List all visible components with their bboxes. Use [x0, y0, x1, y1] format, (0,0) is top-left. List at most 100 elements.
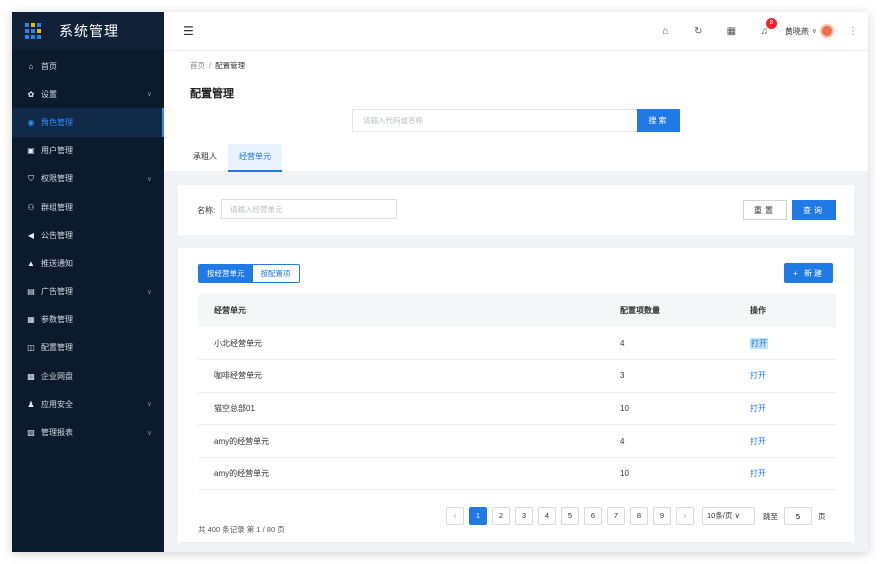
- page-button-1[interactable]: 1: [469, 507, 487, 525]
- breadcrumb-current: 配置管理: [215, 61, 246, 70]
- page-button-3[interactable]: 3: [515, 507, 533, 525]
- sidebar-item-8[interactable]: ▤ 广告管理 ∨: [12, 278, 164, 306]
- more-vertical-icon[interactable]: ⋮: [848, 26, 858, 37]
- cell-action: 打开: [734, 392, 836, 426]
- query-button[interactable]: 查询: [792, 200, 836, 220]
- prev-page-icon[interactable]: ‹: [446, 507, 464, 525]
- sidebar-item-12[interactable]: ♟ 应用安全 ∨: [12, 390, 164, 418]
- cell-unit: 咖啡经营单元: [198, 359, 604, 393]
- sidebar-item-label: 广告管理: [41, 287, 73, 297]
- brand: 系统管理: [12, 12, 164, 50]
- sidebar-item-13[interactable]: ▧ 管理报表 ∨: [12, 418, 164, 446]
- sidebar-item-11[interactable]: ▩ 企业网盘: [12, 362, 164, 390]
- jump-unit: 页: [818, 511, 826, 521]
- sidebar-item-label: 设置: [41, 89, 57, 99]
- table-row: amy的经营单元 4 打开: [198, 424, 836, 458]
- menu-toggle-icon[interactable]: ☰: [183, 24, 194, 38]
- search-button[interactable]: 搜索: [637, 109, 680, 132]
- avatar: [820, 24, 834, 38]
- sidebar-menu: ⌂ 首页 ✿ 设置 ∨ ◉ 角色管理 ▣ 用户管理 ⛉ 权限管理 ∨ ⚇ 群组管理 ◀ 公告管理 ▲ 推送通知 ▤ 广…: [12, 50, 164, 447]
- page-button-2[interactable]: 2: [492, 507, 510, 525]
- open-link[interactable]: 打开: [750, 437, 766, 446]
- table-header-row: 经营单元 配置项数量 操作: [198, 294, 836, 327]
- chevron-down-icon: ∨: [146, 175, 152, 183]
- toggle-by-unit[interactable]: 按经营单元: [199, 265, 253, 282]
- page-button-8[interactable]: 8: [630, 507, 648, 525]
- breadcrumb: 首页 / 配置管理: [190, 60, 245, 71]
- apps-grid-icon[interactable]: ▦: [715, 26, 748, 37]
- sidebar: 系统管理 ⌂ 首页 ✿ 设置 ∨ ◉ 角色管理 ▣ 用户管理 ⛉ 权限管理 ∨ ⚇ 群组管理 ◀ 公告管理 ▲ 推…: [12, 12, 164, 552]
- sidebar-item-10[interactable]: ◫ 配置管理: [12, 334, 164, 362]
- cell-count: 10: [604, 392, 734, 426]
- sidebar-item-label: 推送通知: [41, 258, 73, 268]
- tab-0[interactable]: 承租人: [182, 144, 228, 172]
- sidebar-item-label: 权限管理: [41, 174, 73, 184]
- column-header-count: 配置项数量: [604, 294, 734, 327]
- sidebar-item-label: 角色管理: [41, 117, 73, 127]
- jump-input[interactable]: [784, 507, 812, 525]
- search-bar: 搜索: [352, 109, 682, 132]
- name-filter-input[interactable]: [221, 199, 397, 219]
- unit-table: 经营单元 配置项数量 操作 小北经营单元 4 打开 咖啡经营单元 3 打开 猫空总部01 10…: [198, 294, 836, 491]
- home-icon: ⌂: [28, 61, 34, 71]
- report-icon: ▧: [27, 428, 35, 438]
- reset-button[interactable]: 重置: [743, 200, 787, 220]
- header-actions: ⌂ ↻ ▦ ♫ 8 黄晓燕 ∨ ⋮: [649, 12, 858, 50]
- bell-icon[interactable]: ♫ 8: [748, 17, 781, 37]
- config-icon: ◫: [27, 343, 35, 353]
- open-link[interactable]: 打开: [750, 404, 766, 413]
- user-card-icon: ▣: [27, 146, 35, 156]
- page-button-5[interactable]: 5: [561, 507, 579, 525]
- column-header-unit: 经营单元: [198, 294, 604, 327]
- search-input[interactable]: [352, 109, 637, 132]
- pagination-summary: 共 400 条记录 第 1 / 80 页: [198, 525, 285, 534]
- table-row: 猫空总部01 10 打开: [198, 392, 836, 426]
- ad-icon: ▤: [27, 287, 35, 297]
- toggle-by-config[interactable]: 按配置项: [252, 265, 299, 282]
- cell-count: 3: [604, 359, 734, 393]
- open-link[interactable]: 打开: [750, 371, 766, 380]
- tab-1[interactable]: 经营单元: [228, 144, 282, 172]
- new-button[interactable]: + 新建: [784, 263, 833, 283]
- sidebar-item-label: 群组管理: [41, 202, 73, 212]
- username: 黄晓燕: [784, 26, 809, 36]
- refresh-icon[interactable]: ↻: [682, 26, 715, 37]
- home-icon[interactable]: ⌂: [649, 26, 682, 37]
- shield-icon: ⛉: [28, 173, 34, 183]
- sidebar-item-9[interactable]: ▦ 参数管理: [12, 306, 164, 334]
- sidebar-item-label: 用户管理: [41, 146, 73, 156]
- chevron-down-icon: ∨: [146, 288, 152, 296]
- page-button-9[interactable]: 9: [653, 507, 671, 525]
- next-page-icon[interactable]: ›: [676, 507, 694, 525]
- breadcrumb-separator: /: [209, 61, 212, 70]
- page-size-select[interactable]: 10条/页 ∨: [702, 507, 755, 525]
- user-menu[interactable]: 黄晓燕 ∨: [785, 24, 834, 38]
- cell-action: 打开: [734, 359, 836, 393]
- sidebar-item-2[interactable]: ◉ 角色管理: [12, 108, 164, 137]
- sidebar-item-4[interactable]: ⛉ 权限管理 ∨: [12, 165, 164, 193]
- user-circle-icon: ◉: [27, 117, 35, 127]
- open-link[interactable]: 打开: [750, 337, 768, 349]
- sidebar-item-6[interactable]: ◀ 公告管理: [12, 221, 164, 249]
- sidebar-item-label: 企业网盘: [41, 371, 73, 381]
- sidebar-item-0[interactable]: ⌂ 首页: [12, 52, 164, 80]
- page-button-6[interactable]: 6: [584, 507, 602, 525]
- pagination: ‹ 123456789 › 10条/页 ∨ 跳至 页: [446, 507, 826, 525]
- notification-badge: 8: [765, 17, 777, 29]
- sidebar-item-3[interactable]: ▣ 用户管理: [12, 137, 164, 165]
- cell-action: 打开: [734, 424, 836, 458]
- open-link[interactable]: 打开: [750, 469, 766, 478]
- chevron-down-icon: ∨: [146, 91, 152, 99]
- sidebar-item-1[interactable]: ✿ 设置 ∨: [12, 80, 164, 108]
- params-icon: ▦: [27, 315, 35, 325]
- cell-action: 打开: [734, 327, 836, 361]
- breadcrumb-home[interactable]: 首页: [190, 61, 205, 70]
- sidebar-item-7[interactable]: ▲ 推送通知: [12, 249, 164, 277]
- top-header: ☰ ⌂ ↻ ▦ ♫ 8 黄晓燕 ∨ ⋮: [164, 12, 868, 50]
- page-button-7[interactable]: 7: [607, 507, 625, 525]
- page-button-4[interactable]: 4: [538, 507, 556, 525]
- sidebar-item-5[interactable]: ⚇ 群组管理: [12, 193, 164, 221]
- table-panel: 按经营单元 按配置项 + 新建 经营单元 配置项数量 操作 小北经营单元 4 打开咖…: [178, 248, 854, 542]
- cell-unit: 猫空总部01: [198, 392, 604, 426]
- cell-count: 10: [604, 457, 734, 491]
